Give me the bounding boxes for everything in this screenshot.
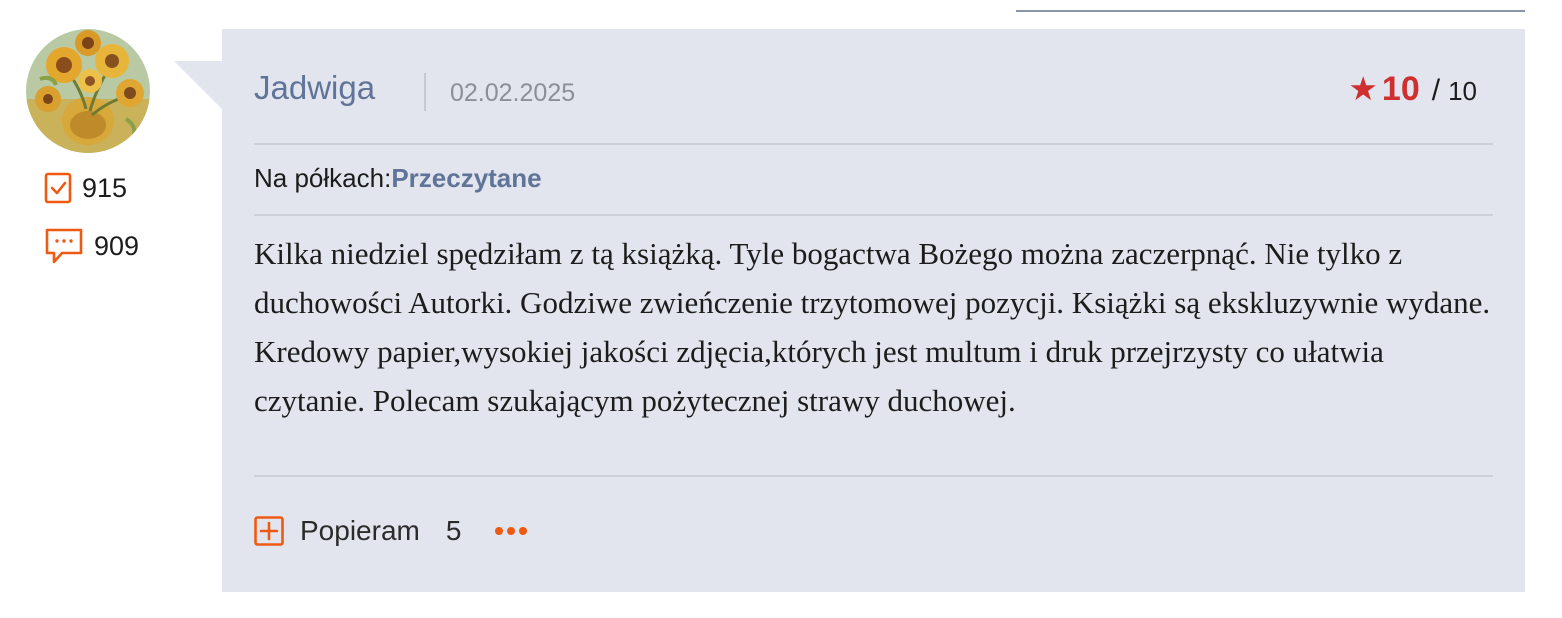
review-text: Kilka niedziel spędziłam z tą książką. T… [254, 236, 1491, 418]
top-divider [1016, 10, 1525, 12]
more-dots-icon[interactable] [495, 527, 528, 535]
author-separator [424, 73, 426, 111]
shelf-link[interactable]: Przeczytane [391, 163, 541, 193]
divider [254, 475, 1493, 477]
avatar[interactable] [26, 29, 150, 153]
shelf-info: Na półkach:Przeczytane [254, 163, 542, 194]
comments-stat[interactable]: 909 [44, 226, 139, 266]
divider [254, 214, 1493, 216]
review-actions: Popieram 5 [254, 515, 528, 547]
comments-count: 909 [94, 230, 140, 261]
speech-bubble-icon [44, 226, 84, 266]
rating-slash: / [1431, 74, 1441, 107]
support-count: 5 [445, 515, 462, 546]
support-button[interactable]: Popieram [300, 515, 420, 547]
rating-max: 10 [1448, 76, 1477, 106]
review-card: Jadwiga 02.02.2025 ★ 10 / 10 Na półkach:… [222, 29, 1525, 592]
read-count: 915 [82, 172, 128, 203]
checkbox-check-icon [44, 170, 72, 206]
star-icon: ★ [1348, 70, 1378, 107]
plus-square-icon[interactable] [254, 516, 284, 546]
card-pointer [174, 61, 222, 109]
read-books-stat[interactable]: 915 [44, 170, 127, 206]
review-rating: ★ 10 / 10 [1348, 69, 1477, 109]
review-author[interactable]: Jadwiga [254, 69, 375, 107]
shelf-label: Na półkach: [254, 163, 392, 193]
rating-score: 10 [1381, 70, 1420, 108]
review-date: 02.02.2025 [450, 79, 576, 107]
divider [254, 143, 1493, 145]
